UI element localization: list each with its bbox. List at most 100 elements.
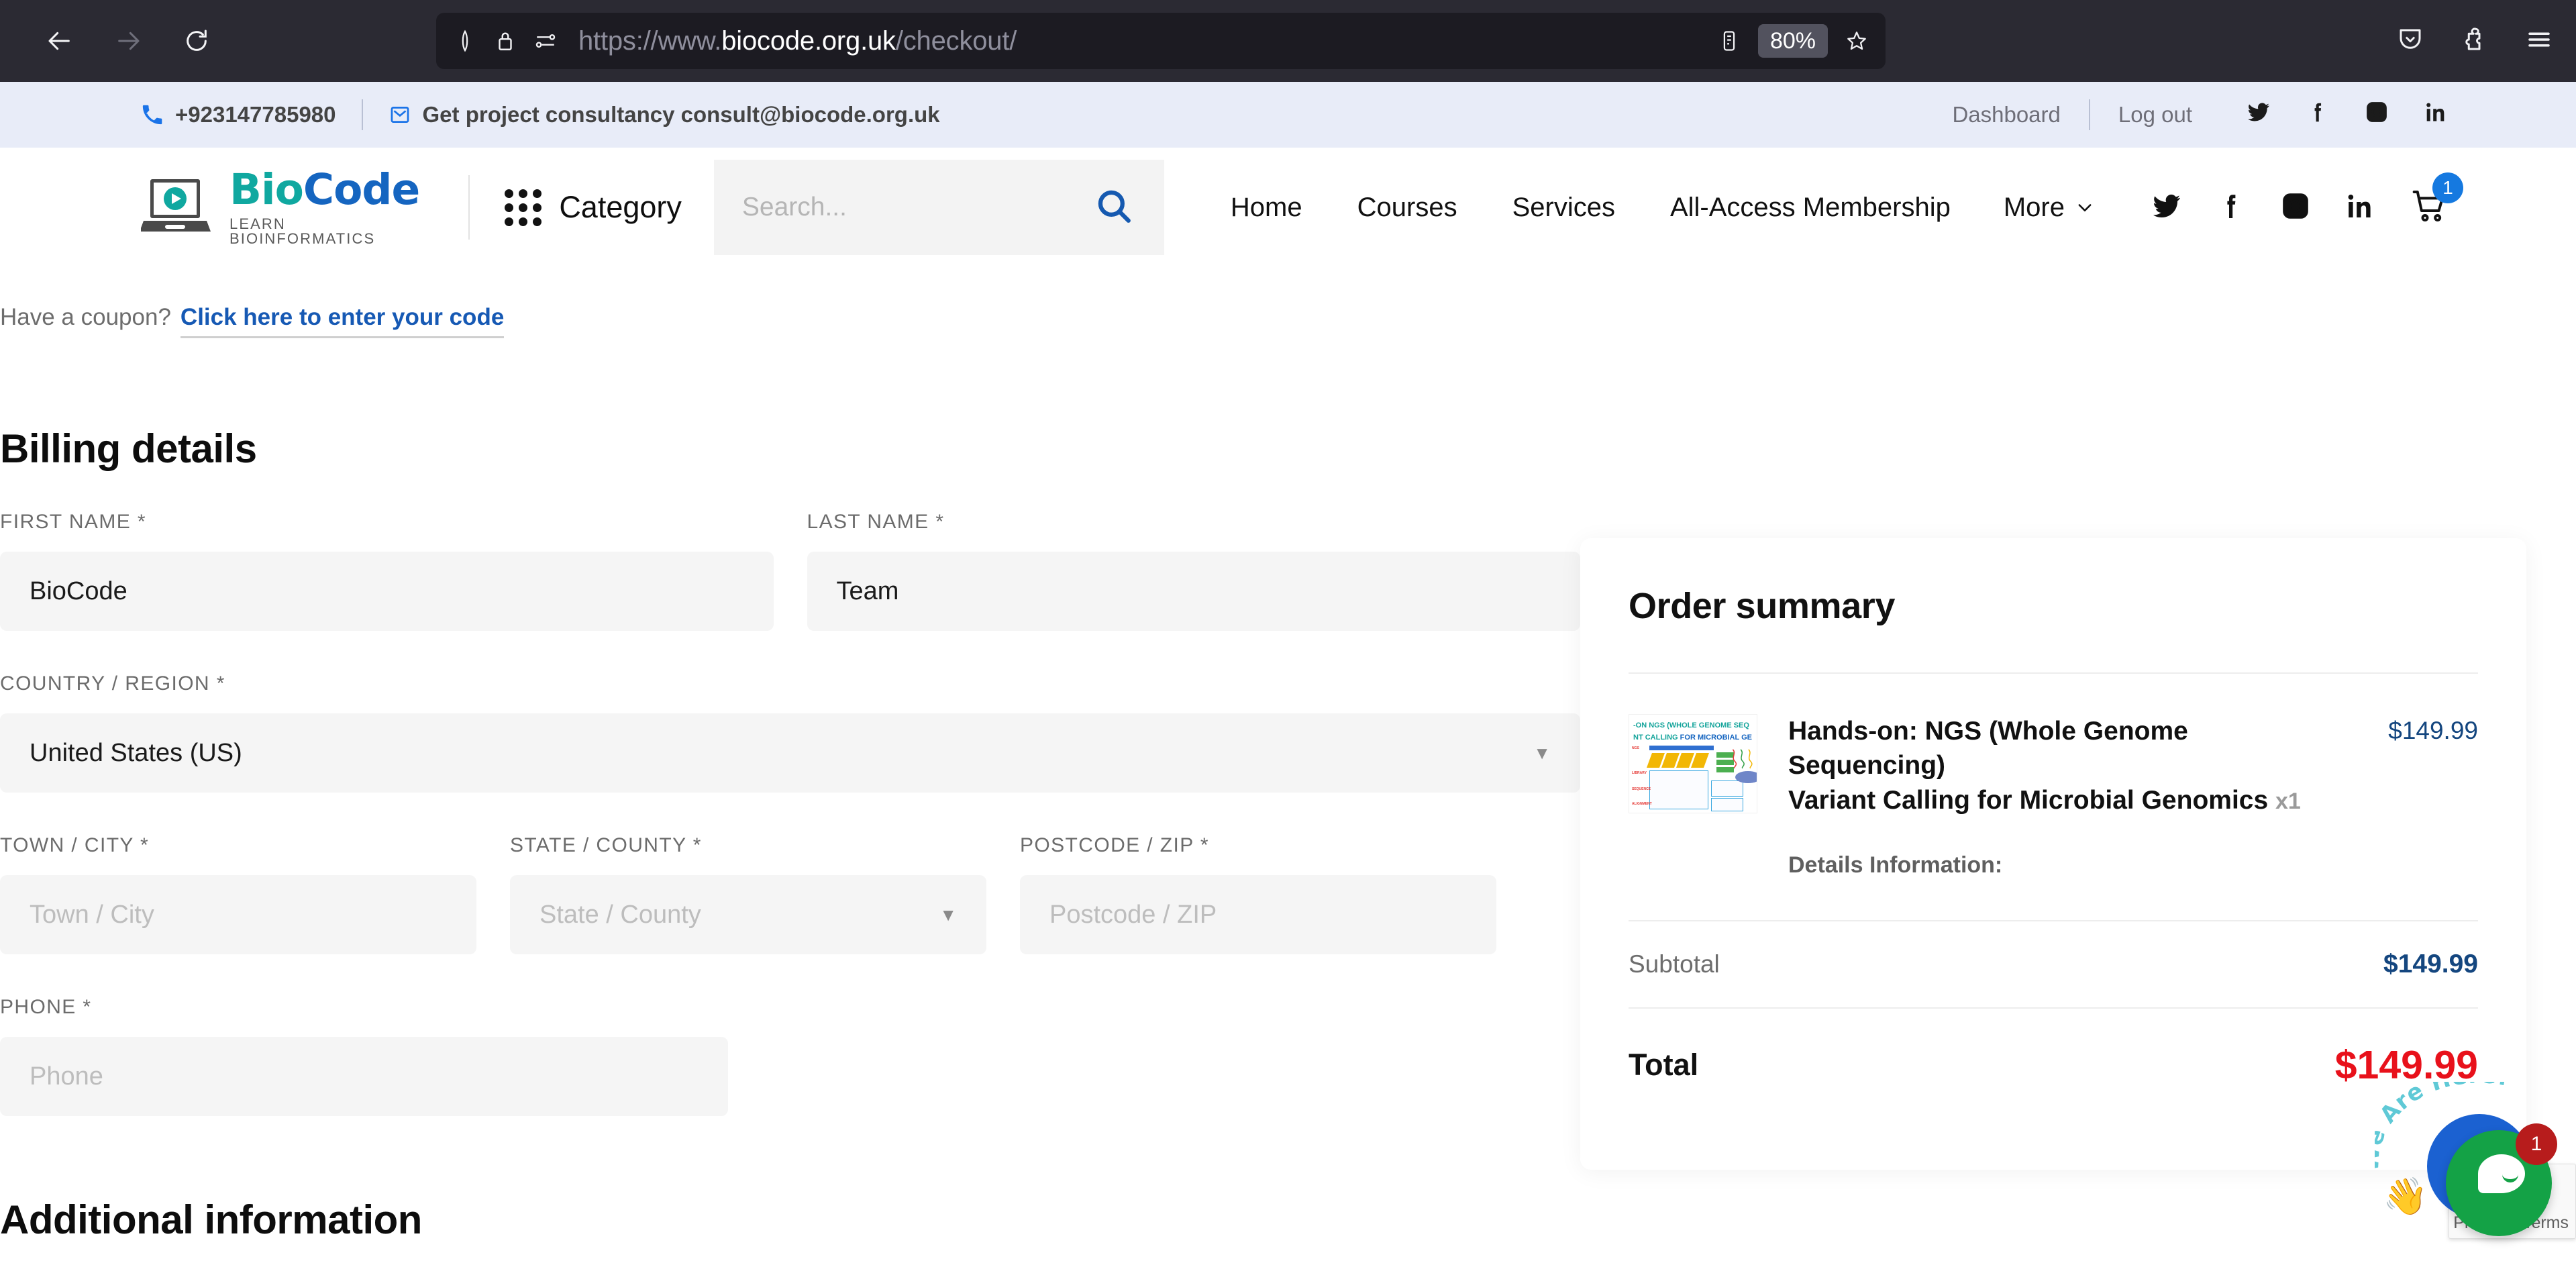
logo-bio: Bio (229, 165, 304, 214)
site-logo[interactable]: BioCode LEARN BIOINFORMATICS (140, 168, 423, 246)
header-twitter-link[interactable] (2151, 190, 2183, 225)
utility-account-group: Dashboard Log out (1933, 99, 2449, 130)
thumb-line2b: FOR MICROBIAL GE (1680, 734, 1753, 742)
linkedin-link[interactable] (2423, 99, 2449, 130)
permissions-icon[interactable] (534, 30, 557, 52)
pocket-button[interactable] (2396, 26, 2424, 57)
twitter-link[interactable] (2246, 99, 2271, 130)
first-name-group: FIRST NAME * BioCode (0, 511, 774, 631)
row-spacer-1 (0, 631, 1580, 672)
browser-toolbar-right (2396, 26, 2553, 57)
nav-item-courses[interactable]: Courses (1330, 193, 1485, 223)
header-facebook-link[interactable] (2215, 190, 2247, 225)
order-item-name-line2: Variant Calling for Microbial Genomics (1788, 785, 2269, 815)
shield-icon[interactable] (454, 30, 476, 52)
nav-item-all-access-membership[interactable]: All-Access Membership (1643, 193, 1978, 223)
back-button[interactable] (39, 20, 81, 62)
logo-code: Code (303, 165, 420, 214)
nav-item-home[interactable]: Home (1203, 193, 1330, 223)
email-text: Get project consultancy consult@biocode.… (422, 102, 940, 127)
browser-chrome: https://www.biocode.org.uk/checkout/ 80% (0, 0, 2576, 82)
header-instagram-link[interactable] (2279, 190, 2312, 225)
cart-button[interactable]: 1 (2411, 172, 2463, 228)
phone-group: PHONE * Phone (0, 996, 728, 1116)
chat-bubble-icon (2478, 1154, 2525, 1193)
instagram-icon (2283, 193, 2308, 219)
category-label: Category (559, 190, 682, 224)
postcode-input[interactable]: Postcode / ZIP (1020, 875, 1496, 954)
nav-item-more[interactable]: More (1978, 193, 2120, 223)
subtotal-value: $149.99 (2383, 950, 2478, 979)
name-row: FIRST NAME * BioCode LAST NAME * Team (0, 511, 1580, 631)
lock-icon[interactable] (494, 30, 517, 52)
logout-link[interactable]: Log out (2100, 102, 2211, 128)
first-name-label: FIRST NAME * (0, 511, 146, 533)
nav-item-services[interactable]: Services (1485, 193, 1643, 223)
zoom-level-badge[interactable]: 80% (1757, 24, 1828, 58)
search-icon[interactable] (1094, 187, 1133, 229)
header-linkedin-link[interactable] (2344, 190, 2376, 225)
laptop-logo-icon (140, 176, 220, 238)
chevron-down-icon (2078, 204, 2092, 211)
utility-contact-group: +923147785980 Get project consultancy co… (141, 99, 940, 130)
email-contact[interactable]: Get project consultancy consult@biocode.… (389, 102, 940, 128)
logo-title: BioCode (229, 168, 423, 211)
reader-view-icon[interactable] (1718, 30, 1741, 52)
country-label: COUNTRY / REGION * (0, 672, 225, 695)
header-social-links (2151, 190, 2376, 225)
main-navigation: Home Courses Services All-Access Members… (1203, 193, 2120, 223)
header-divider (468, 175, 470, 240)
town-input[interactable]: Town / City (0, 875, 476, 954)
coupon-row: Have a coupon? Click here to enter your … (0, 267, 2576, 338)
address-row: TOWN / CITY * Town / City STATE / COUNTY… (0, 834, 1580, 954)
bookmark-star-icon[interactable] (1845, 30, 1868, 52)
chevron-down-icon: ▼ (939, 904, 957, 925)
url-path: /checkout/ (895, 26, 1017, 56)
order-item-row: -ON NGS (WHOLE GENOME SEQ NT CALLING FOR… (1629, 674, 2478, 878)
twitter-icon (2248, 103, 2269, 121)
facebook-icon (2314, 103, 2322, 122)
nav-more-label: More (2003, 192, 2065, 222)
forward-button[interactable] (107, 20, 149, 62)
reload-button[interactable] (176, 20, 217, 62)
product-thumbnail: -ON NGS (WHOLE GENOME SEQ NT CALLING FOR… (1629, 714, 1757, 813)
search-input[interactable]: Search... (713, 160, 1164, 255)
url-text[interactable]: https://www.biocode.org.uk/checkout/ (578, 26, 1017, 56)
reload-icon (187, 30, 207, 51)
last-name-label: LAST NAME * (807, 511, 945, 533)
phone-label: PHONE * (0, 996, 92, 1018)
waving-hand-icon: 👋 (2383, 1176, 2428, 1217)
last-name-input[interactable]: Team (807, 552, 1580, 631)
facebook-link[interactable] (2305, 99, 2330, 130)
app-menu-button[interactable] (2525, 26, 2553, 57)
additional-info-heading: Additional information (0, 1197, 422, 1242)
instagram-icon (2367, 102, 2387, 122)
chat-unread-badge: 1 (2516, 1123, 2557, 1165)
state-select[interactable]: State / County ▼ (510, 875, 986, 954)
order-item-name-line1: Hands-on: NGS (Whole Genome Sequencing) (1788, 717, 2188, 780)
top-utility-bar: +923147785980 Get project consultancy co… (0, 82, 2576, 148)
twitter-icon (2153, 194, 2180, 217)
order-item-body: Hands-on: NGS (Whole Genome Sequencing) … (1757, 714, 2388, 878)
country-group: COUNTRY / REGION * United States (US) ▼ (0, 672, 1580, 793)
pocket-icon (2400, 29, 2421, 49)
chat-widget[interactable]: Privacy - Terms We Are Here! 👋 1 (2355, 1082, 2576, 1263)
country-selected-value: United States (US) (30, 738, 242, 767)
state-placeholder: State / County (539, 900, 701, 929)
url-host: biocode.org.uk (721, 26, 896, 56)
state-group: STATE / COUNTY * State / County ▼ (510, 834, 986, 954)
facebook-icon (2227, 194, 2236, 218)
first-name-input[interactable]: BioCode (0, 552, 774, 631)
url-bar[interactable]: https://www.biocode.org.uk/checkout/ 80% (436, 13, 1886, 69)
category-menu-button[interactable]: Category (505, 189, 682, 226)
coupon-link[interactable]: Click here to enter your code (180, 304, 505, 338)
instagram-link[interactable] (2364, 99, 2389, 130)
total-row: Total $149.99 (1629, 1009, 2478, 1121)
phone-input[interactable]: Phone (0, 1037, 728, 1116)
country-select[interactable]: United States (US) ▼ (0, 713, 1580, 793)
phone-contact[interactable]: +923147785980 (141, 102, 336, 128)
checkout-page: Have a coupon? Click here to enter your … (0, 267, 2576, 1263)
dashboard-link[interactable]: Dashboard (1933, 102, 2079, 128)
utility-social-links (2246, 99, 2449, 130)
extensions-button[interactable] (2461, 26, 2489, 57)
